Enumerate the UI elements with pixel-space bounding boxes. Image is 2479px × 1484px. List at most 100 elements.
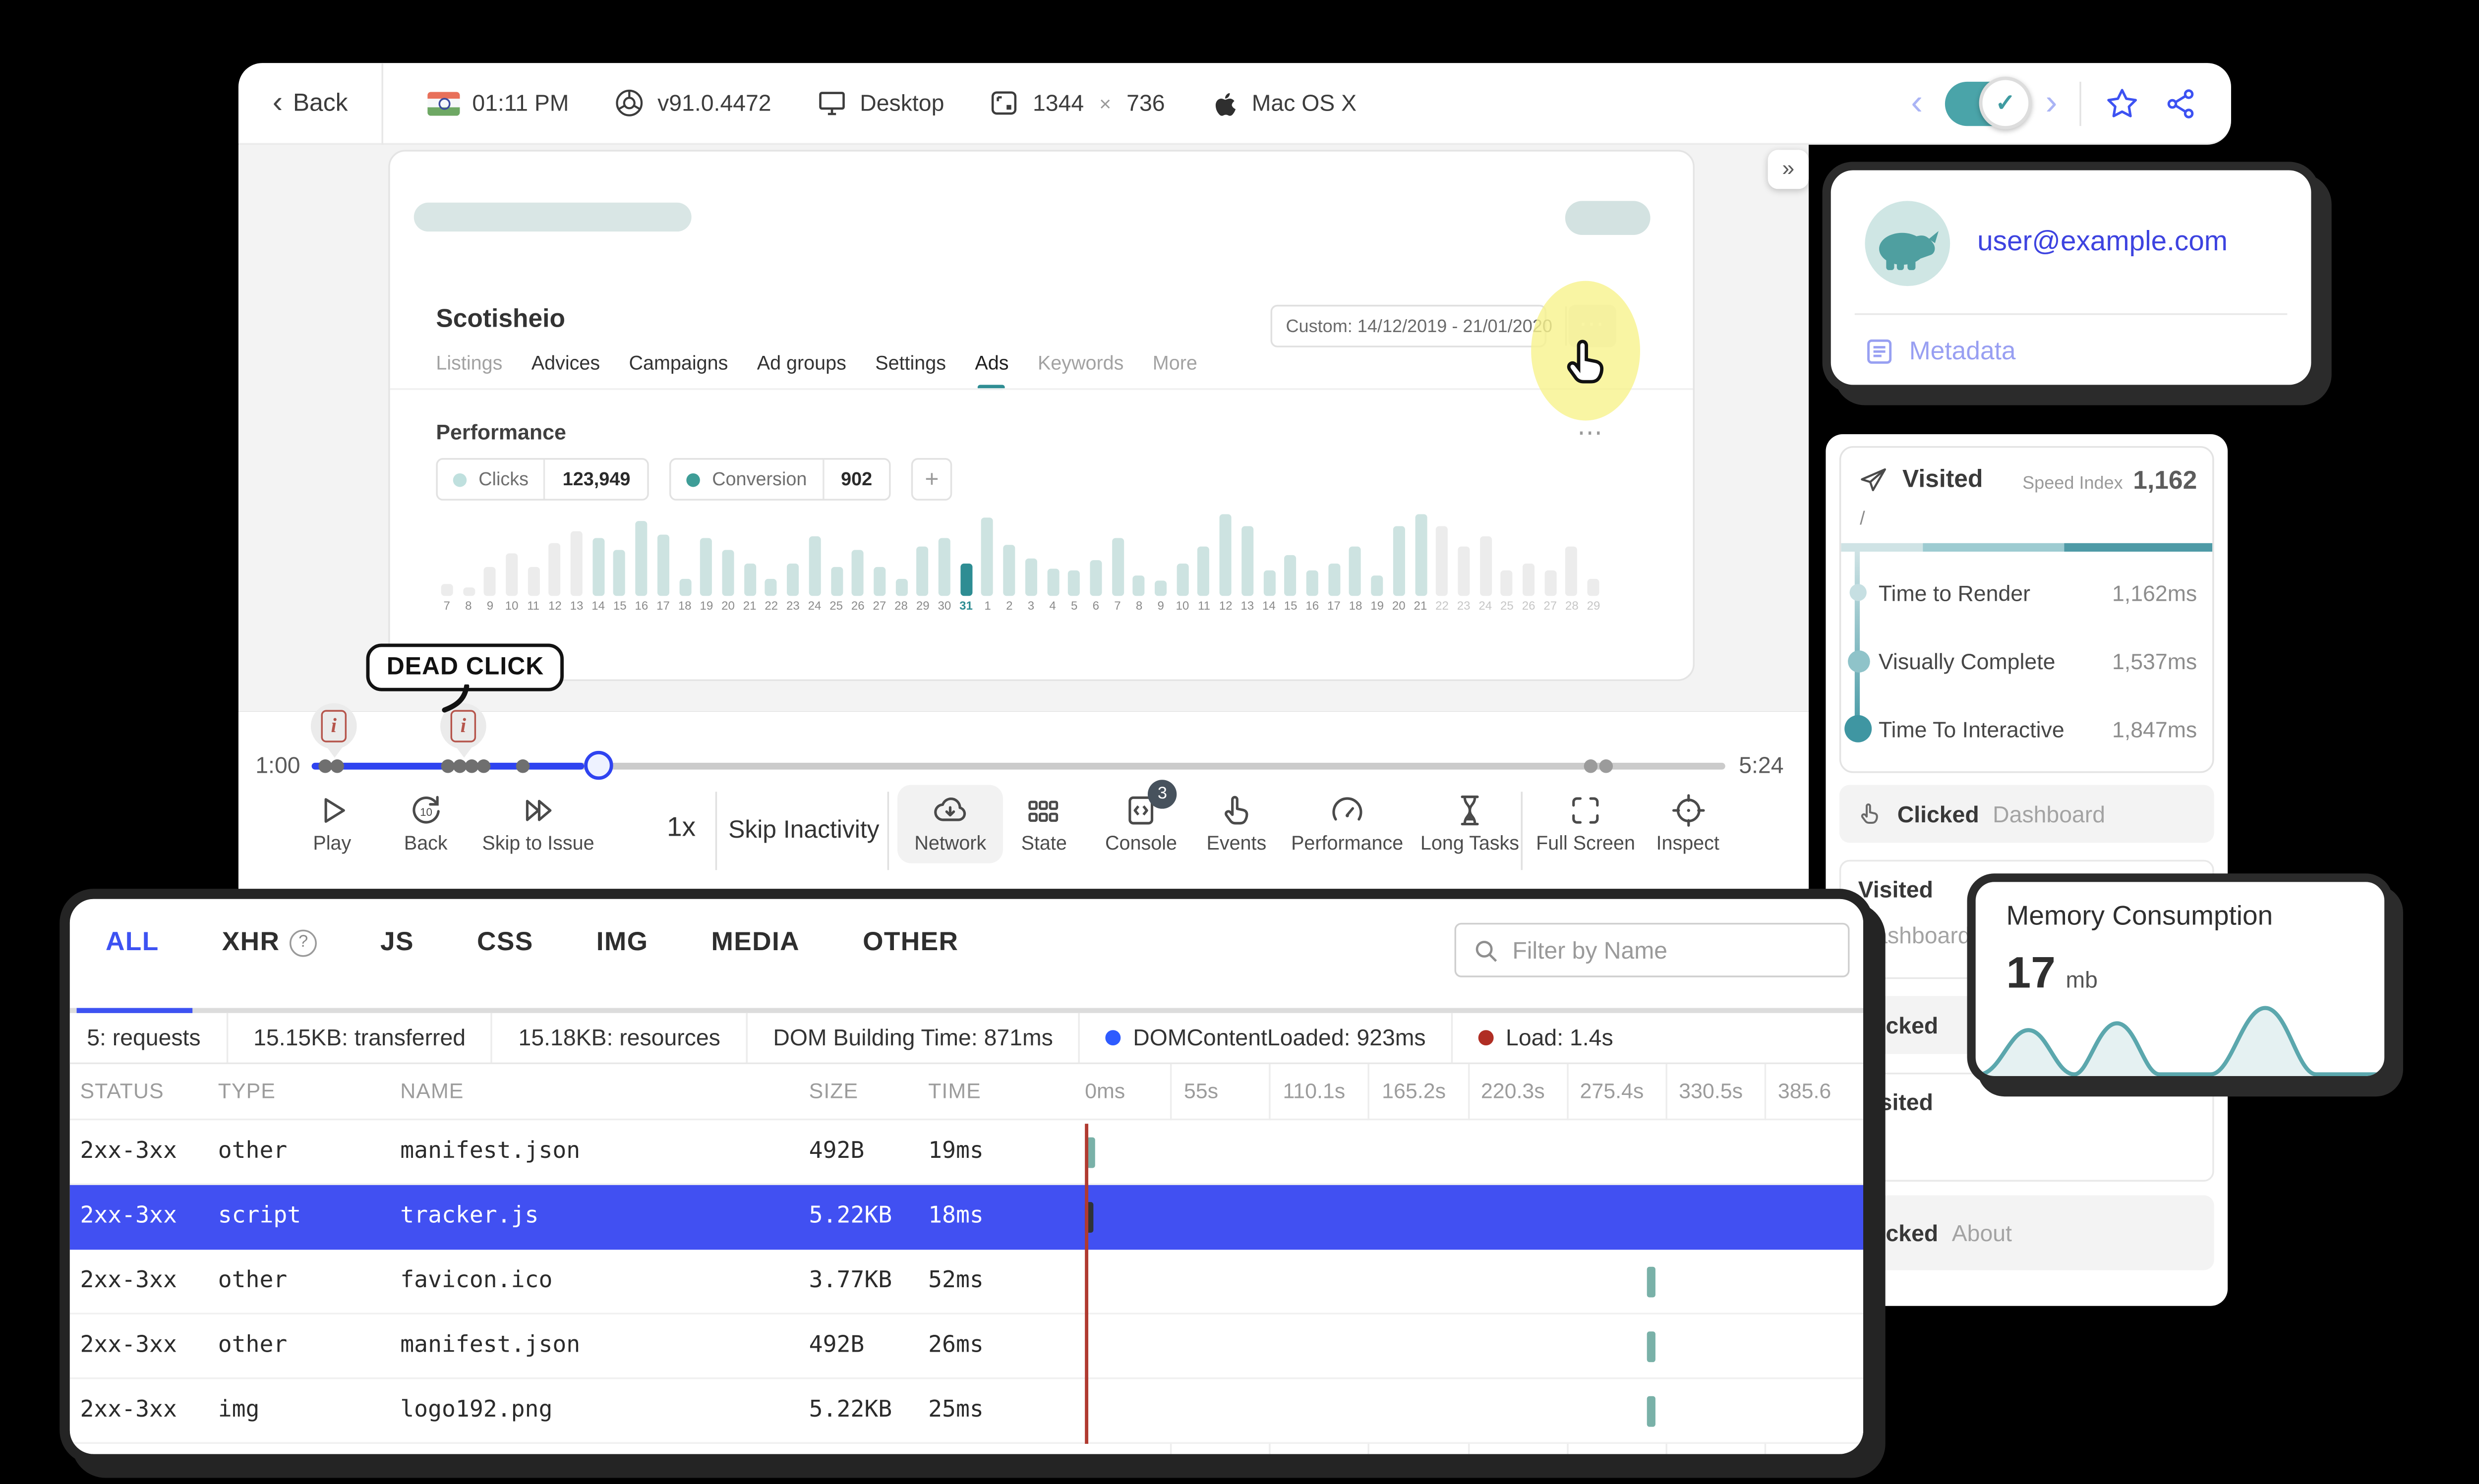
timing-metric-label: Time To Interactive [1878,716,2065,742]
chart-bar-label: 29 [1587,601,1600,613]
chart-bar [1047,569,1059,596]
network-request-row[interactable]: 2xx-3xx other manifest.json 492B 26ms [69,1314,1863,1379]
chart-bar-label: 11 [527,601,540,613]
clicked-event-row[interactable]: Clicked Dashboard [1839,785,2214,843]
dead-click-label: DEAD CLICK [386,654,544,682]
chart-bar [1544,570,1556,596]
network-stat: Load: 1.4s [1453,1013,1639,1063]
site-tab-keywords[interactable]: Keywords [1038,354,1123,390]
cell-size: 5.22KB [809,1202,892,1230]
network-tab-css[interactable]: CSS [477,928,533,959]
conversion-metric-chip[interactable]: Conversion 902 [669,458,891,501]
speed-index-group: Speed Index 1,162 [2022,465,2197,494]
network-tab-other[interactable]: OTHER [863,928,958,959]
memory-card-title: Memory Consumption [2006,902,2273,931]
playback-speed-button[interactable]: 1x [667,814,696,845]
state-icon [1025,792,1063,829]
chart-bar [744,564,756,596]
network-filter-input[interactable] [1512,936,1833,964]
chart-bar-label: 23 [786,601,800,613]
collapse-panel-button[interactable]: » [1768,150,1809,189]
control-long-tasks-button[interactable]: Long Tasks [1404,785,1536,863]
memory-value-row: 17 mb [2007,947,2098,999]
control-console-button[interactable]: 3 Console [1088,780,1194,863]
control-performance-button[interactable]: Performance [1274,785,1420,863]
network-request-row[interactable]: 2xx-3xx other favicon.ico 3.77KB 52ms [69,1250,1863,1314]
topbar-right: ‹ ✓ › [1911,75,2231,129]
control-state-button[interactable]: State [1004,785,1084,863]
control-network-button[interactable]: Network [897,785,1003,863]
chart-bar-column: 18 [1345,546,1366,613]
network-tab-label: IMG [596,928,649,957]
site-tab-settings[interactable]: Settings [875,354,946,390]
chart-bar-label: 13 [570,601,584,613]
site-tab-advices[interactable]: Advices [531,354,600,390]
chart-bar-label: 9 [1157,601,1164,613]
network-request-row[interactable]: 2xx-3xx img logo192.png 5.22KB 25ms [69,1379,1863,1444]
network-tab-img[interactable]: IMG [596,928,649,959]
share-button[interactable] [2163,84,2201,122]
site-tab-listings[interactable]: Listings [436,354,502,390]
prev-session-button[interactable]: ‹ [1911,85,1923,121]
metric-chips-row: Clicks 123,949 Conversion 902 + [436,458,952,501]
network-request-row[interactable]: 2xx-3xx other manifest.json 492B 19ms [69,1120,1863,1185]
chart-bar-column: 28 [890,578,912,613]
date-range-select[interactable]: Custom: 14/12/2019 - 21/01/2020 ⌄ [1270,304,1582,347]
network-tab-all[interactable]: ALL [106,928,159,959]
control-events-button[interactable]: Events [1189,785,1284,863]
chart-bar [1025,558,1037,596]
site-tab-campaigns[interactable]: Campaigns [629,354,728,390]
help-icon[interactable]: ? [290,929,317,957]
chart-bar-column: 6 [1085,560,1107,613]
chart-bar-column: 11 [1193,546,1215,613]
chart-bar-column: 5 [1063,570,1085,613]
chart-bar-label: 17 [1327,601,1341,613]
next-session-button[interactable]: › [2046,85,2058,121]
visited-event-card[interactable]: Visited Speed Index 1,162 / Time to Rend… [1839,446,2214,773]
network-tab-xhr[interactable]: XHR? [222,928,317,959]
timeline-track[interactable] [311,762,1725,770]
chrome-icon [616,89,643,116]
site-tab-more[interactable]: More [1153,354,1197,390]
issue-info-icon: i [450,710,476,742]
issue-marker[interactable]: i [310,703,357,761]
back-button[interactable]: ‹ Back [238,63,382,143]
clicks-dot-icon [453,472,467,486]
cell-type: img [218,1396,260,1424]
chart-bar-column: 19 [696,538,717,613]
site-tab-ad-groups[interactable]: Ad groups [757,354,846,390]
chart-bar [700,538,712,596]
control-play-button[interactable]: Play [296,785,368,863]
autoplay-toggle[interactable]: ✓ [1945,75,2032,129]
visited-event-row[interactable]: Visited [1839,1073,2214,1182]
network-request-row[interactable]: 2xx-3xx script tracker.js 5.22KB 18ms [69,1185,1863,1250]
hourglass-icon [1451,792,1489,829]
chart-bar [1566,546,1578,596]
skip-inactivity-button[interactable]: Skip Inactivity [728,817,880,845]
chart-bar [895,578,907,596]
metadata-button[interactable]: Metadata [1865,337,2016,366]
control-inspect-button[interactable]: Inspect [1639,785,1736,863]
clicked-event-row[interactable]: Clicked About [1839,1195,2214,1270]
chart-bar-column: 26 [1518,564,1539,613]
stat-dot-icon [1478,1030,1494,1046]
chip-divider [543,459,546,499]
cell-status: 2xx-3xx [80,1266,177,1294]
favorite-star-button[interactable] [2103,84,2141,122]
metadata-label: Metadata [1909,337,2016,366]
chart-bar [808,536,821,596]
performance-more-button[interactable]: ⋯ [1577,417,1604,448]
column-header-time: TIME [928,1079,981,1103]
network-tab-media[interactable]: MEDIA [711,928,800,959]
control-skip-to-issue-button[interactable]: Skip to Issue [465,785,611,863]
clicks-metric-chip[interactable]: Clicks 123,949 [436,458,649,501]
control-full-screen-button[interactable]: Full Screen [1519,785,1653,863]
add-metric-button[interactable]: + [911,458,952,501]
site-tab-ads[interactable]: Ads [975,354,1009,390]
user-card-divider [1854,313,2288,315]
timeline-handle[interactable] [584,750,613,780]
chart-bar [635,521,648,596]
chart-bar-column: 16 [631,521,652,613]
network-tab-js[interactable]: JS [380,928,414,959]
control-back-button[interactable]: 10 Back [387,785,465,863]
